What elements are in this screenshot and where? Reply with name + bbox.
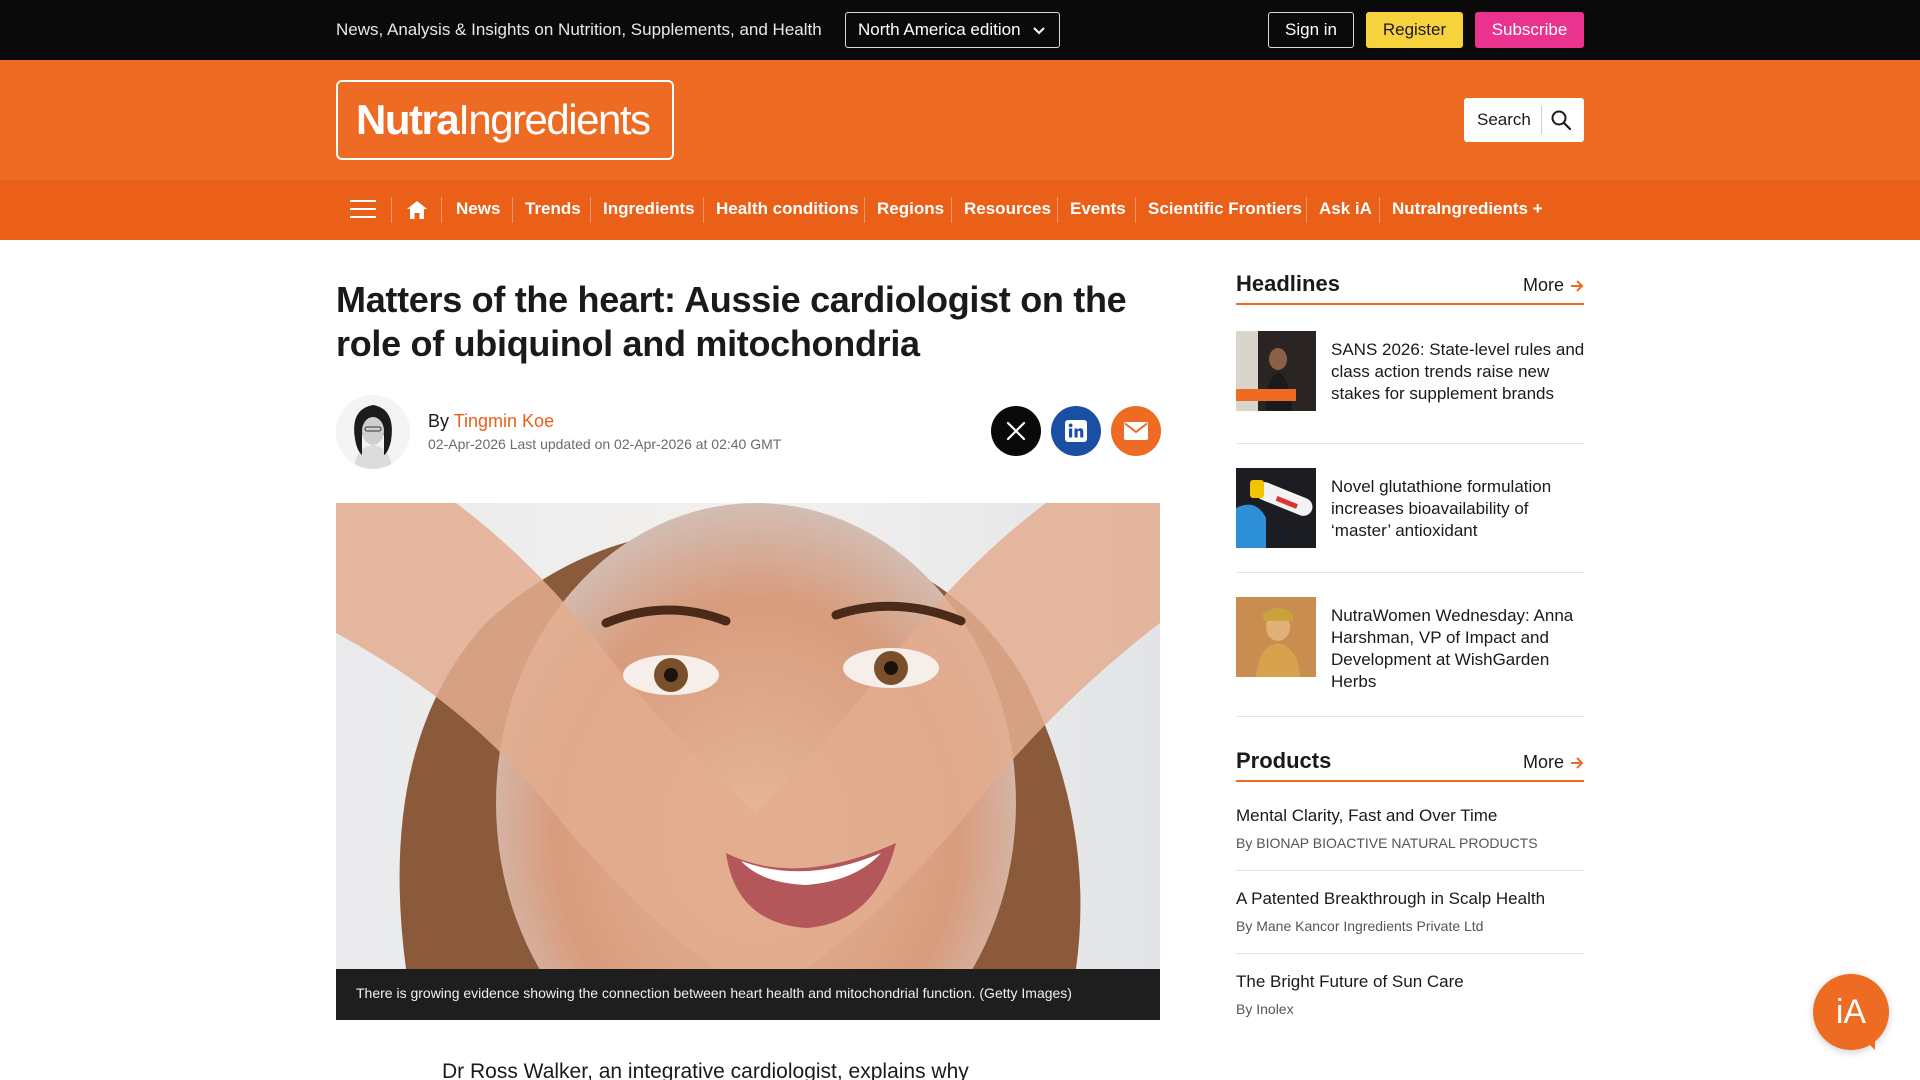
headline-thumbnail [1236, 468, 1316, 548]
byline-prefix: By [428, 411, 450, 431]
hero-image [336, 503, 1160, 969]
nav-item-health-conditions[interactable]: Health conditions [716, 199, 859, 219]
product-company: By Mane Kancor Ingredients Private Ltd [1236, 918, 1484, 934]
site-tagline: News, Analysis & Insights on Nutrition, … [336, 20, 822, 39]
article-dates: 02-Apr-2026 Last updated on 02-Apr-2026 … [428, 436, 782, 452]
nav-divider [512, 197, 513, 223]
nav-divider [951, 197, 952, 223]
menu-icon[interactable] [350, 198, 376, 220]
logo-light-text: Ingredients [458, 96, 651, 143]
products-section-header: Products More [1236, 748, 1584, 782]
share-x-button[interactable] [991, 406, 1041, 456]
headline-thumbnail [1236, 597, 1316, 677]
headline-text: SANS 2026: State-level rules and class a… [1331, 340, 1585, 403]
search-divider [1541, 106, 1542, 134]
product-title: The Bright Future of Sun Care [1236, 972, 1464, 991]
headline-item[interactable]: NutraWomen Wednesday: Anna Harshman, VP … [1236, 597, 1584, 717]
product-company: By Inolex [1236, 1001, 1294, 1017]
author-avatar[interactable] [336, 395, 410, 469]
product-item[interactable]: Mental Clarity, Fast and Over Time By BI… [1236, 806, 1584, 871]
top-bar: News, Analysis & Insights on Nutrition, … [0, 0, 1920, 60]
nav-divider [590, 197, 591, 223]
nav-item-trends[interactable]: Trends [525, 199, 581, 219]
nav-divider [391, 197, 392, 223]
arrow-right-icon [1571, 279, 1584, 292]
nav-divider [1135, 197, 1136, 223]
search-button[interactable]: Search [1464, 98, 1584, 142]
arrow-right-icon [1571, 756, 1584, 769]
logo-bold-text: Nutra [356, 96, 460, 143]
headline-text: Novel glutathione formulation increases … [1331, 477, 1552, 540]
linkedin-icon [1065, 420, 1087, 442]
more-label: More [1522, 275, 1564, 295]
nav-divider [1306, 197, 1307, 223]
assistant-label: iA [1835, 992, 1867, 1031]
nav-item-scientific-frontiers[interactable]: Scientific Frontiers [1148, 199, 1302, 219]
search-icon [1551, 110, 1572, 131]
edition-selector[interactable]: North America edition [845, 12, 1060, 48]
product-company: By BIONAP BIOACTIVE NATURAL PRODUCTS [1236, 835, 1538, 851]
product-title: Mental Clarity, Fast and Over Time [1236, 806, 1498, 825]
ask-ia-assistant-button[interactable]: iA [1813, 974, 1889, 1050]
headline-item[interactable]: Novel glutathione formulation increases … [1236, 468, 1584, 573]
search-label: Search [1477, 110, 1531, 129]
nav-item-news[interactable]: News [456, 199, 500, 219]
chevron-down-icon [1033, 27, 1045, 35]
chat-bubble-tail [1861, 1036, 1875, 1050]
share-email-button[interactable] [1111, 406, 1161, 456]
sign-in-button[interactable]: Sign in [1268, 12, 1354, 48]
nav-item-resources[interactable]: Resources [964, 199, 1051, 219]
products-more-link[interactable]: More [1523, 752, 1584, 773]
hero-caption: There is growing evidence showing the co… [336, 969, 1160, 1020]
brand-bar: Nutra Ingredients Search [0, 60, 1920, 180]
nav-item-nutraingredients-plus[interactable]: NutraIngredients + [1392, 199, 1543, 219]
x-logo-icon [1006, 421, 1026, 441]
mail-icon [1124, 422, 1148, 440]
headlines-more-link[interactable]: More [1523, 275, 1584, 296]
author-link[interactable]: Tingmin Koe [454, 411, 554, 431]
headline-item[interactable]: SANS 2026: State-level rules and class a… [1236, 331, 1584, 444]
nav-item-ask-ia[interactable]: Ask iA [1319, 199, 1372, 219]
nav-item-ingredients[interactable]: Ingredients [603, 199, 695, 219]
nav-item-regions[interactable]: Regions [877, 199, 944, 219]
main-nav: News Trends Ingredients Health condition… [0, 180, 1920, 240]
subscribe-button[interactable]: Subscribe [1475, 12, 1584, 48]
more-label: More [1522, 752, 1564, 772]
products-title: Products [1236, 748, 1332, 773]
nav-divider [1057, 197, 1058, 223]
register-button[interactable]: Register [1366, 12, 1463, 48]
headlines-title: Headlines [1236, 271, 1340, 296]
byline: By Tingmin Koe [428, 411, 554, 432]
home-icon[interactable] [405, 198, 429, 222]
nav-divider [1379, 197, 1380, 223]
article-title: Matters of the heart: Aussie cardiologis… [336, 279, 1127, 364]
product-item[interactable]: A Patented Breakthrough in Scalp Health … [1236, 889, 1584, 954]
nav-divider [703, 197, 704, 223]
headline-text: NutraWomen Wednesday: Anna Harshman, VP … [1331, 606, 1574, 691]
share-linkedin-button[interactable] [1051, 406, 1101, 456]
product-title: A Patented Breakthrough in Scalp Health [1236, 889, 1546, 908]
edition-label: North America edition [858, 20, 1021, 39]
nav-item-events[interactable]: Events [1070, 199, 1126, 219]
headline-thumbnail [1236, 331, 1316, 411]
nav-divider [864, 197, 865, 223]
site-logo[interactable]: Nutra Ingredients [336, 80, 674, 160]
author-portrait-image [336, 395, 410, 469]
article-lead-paragraph: Dr Ross Walker, an integrative cardiolog… [442, 1060, 969, 1080]
product-item[interactable]: The Bright Future of Sun Care By Inolex [1236, 972, 1584, 1032]
headlines-section-header: Headlines More [1236, 271, 1584, 305]
nav-divider [441, 197, 442, 223]
